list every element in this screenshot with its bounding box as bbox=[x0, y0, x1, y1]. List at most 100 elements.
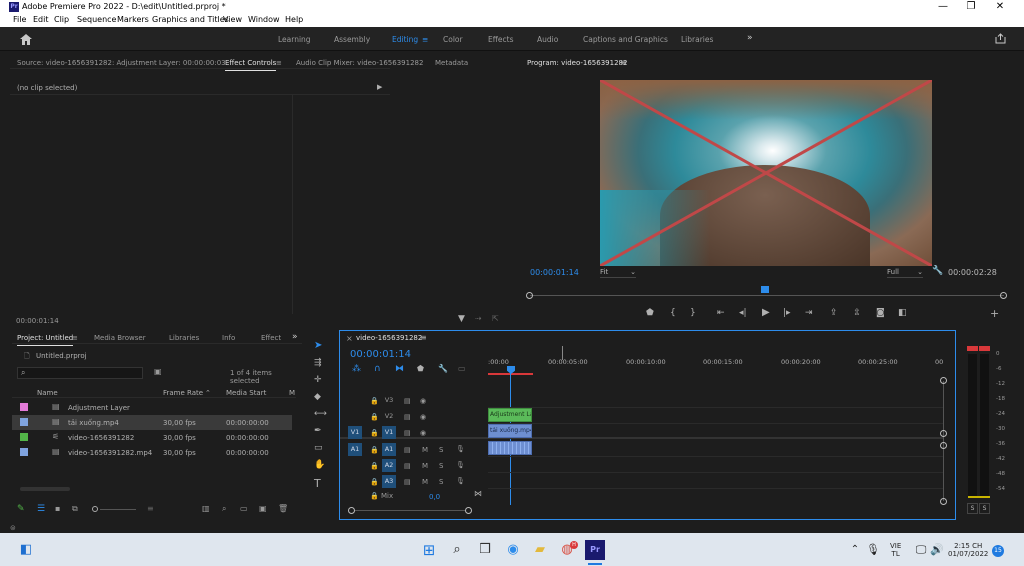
column-media-start[interactable]: Media Start bbox=[226, 389, 266, 397]
step-forward-icon[interactable]: |▸ bbox=[783, 308, 791, 318]
microphone-tray-icon[interactable]: 🎙 bbox=[864, 541, 882, 559]
task-view-icon[interactable]: ◧ bbox=[17, 541, 35, 559]
settings-icon[interactable]: ⇱ bbox=[492, 314, 499, 323]
program-scrub-bar[interactable] bbox=[530, 295, 1004, 296]
freeform-view-icon[interactable]: ⧉ bbox=[72, 504, 78, 514]
tab-source[interactable]: Source: video-1656391282: Adjustment Lay… bbox=[17, 59, 226, 67]
workspace-audio[interactable]: Audio bbox=[537, 35, 558, 44]
home-icon[interactable] bbox=[20, 34, 32, 45]
sync-lock-icon[interactable]: ▤ bbox=[404, 446, 411, 454]
language-indicator[interactable]: VIE TL bbox=[890, 542, 901, 558]
menu-graphics-and-titles[interactable]: Graphics and Titles bbox=[152, 15, 229, 24]
volume-icon[interactable]: 🔊 bbox=[928, 541, 946, 559]
step-back-icon[interactable]: ◂| bbox=[739, 308, 747, 318]
sequence-menu-icon[interactable]: ≡ bbox=[420, 333, 427, 342]
column-name[interactable]: Name bbox=[37, 389, 58, 397]
meter-clip-indicator[interactable] bbox=[979, 346, 990, 351]
resolution-dropdown[interactable]: Full ⌄ bbox=[887, 268, 923, 278]
zoom-slider-track[interactable] bbox=[100, 509, 136, 510]
project-item-selected[interactable]: ▤ tải xuống.mp4 30,00 fps 00:00:00:00 bbox=[12, 415, 292, 430]
track-v3-label[interactable]: V3 bbox=[382, 394, 396, 407]
pen-tool-icon[interactable]: ✒ bbox=[314, 426, 322, 436]
zoom-app-icon[interactable]: ◉ bbox=[504, 541, 522, 559]
windows-start-icon[interactable]: ⊞ bbox=[420, 541, 438, 559]
program-current-timecode[interactable]: 00:00:01:14 bbox=[530, 268, 579, 277]
sort-icon[interactable]: ≡ bbox=[147, 504, 154, 513]
snap-icon[interactable]: ∩ bbox=[374, 364, 381, 374]
workspace-captions[interactable]: Captions and Graphics bbox=[583, 35, 668, 44]
go-to-in-icon[interactable]: ⇤ bbox=[717, 308, 725, 318]
button-editor-icon[interactable]: + bbox=[990, 307, 999, 320]
menu-window[interactable]: Window bbox=[248, 15, 280, 24]
sequence-tab[interactable]: video-1656391282 bbox=[356, 334, 422, 342]
new-item-icon[interactable]: ▣ bbox=[259, 504, 267, 513]
program-title[interactable]: Program: video-1656391282 bbox=[527, 59, 627, 67]
track-a1-label[interactable]: A1 bbox=[382, 443, 396, 456]
program-video-frame[interactable] bbox=[600, 80, 932, 266]
tab-project-menu-icon[interactable]: ≡ bbox=[72, 334, 78, 342]
video-audio-divider[interactable] bbox=[340, 437, 944, 439]
meter-solo-right[interactable]: S bbox=[979, 503, 990, 514]
microphone-icon[interactable]: 🎙 bbox=[456, 461, 465, 469]
scrub-end-handle[interactable] bbox=[1000, 292, 1007, 299]
solo-button[interactable]: S bbox=[439, 478, 443, 486]
project-item[interactable]: ⚟ video-1656391282 30,00 fps 00:00:00:00 bbox=[12, 430, 292, 445]
linked-selection-icon[interactable]: ⧓ bbox=[395, 364, 404, 374]
trash-icon[interactable]: 🗑 bbox=[278, 504, 288, 513]
source-patch-a1[interactable]: A1 bbox=[348, 443, 362, 456]
mix-expand-icon[interactable]: ⋈ bbox=[474, 489, 482, 498]
tab-audio-clip-mixer[interactable]: Audio Clip Mixer: video-1656391282 bbox=[296, 59, 423, 67]
automate-to-sequence-icon[interactable]: ▥ bbox=[202, 504, 210, 513]
eye-icon[interactable]: ◉ bbox=[420, 397, 426, 405]
list-view-icon[interactable]: ☰ bbox=[37, 504, 45, 514]
mute-button[interactable]: M bbox=[422, 478, 428, 486]
tab-media-browser[interactable]: Media Browser bbox=[94, 334, 146, 342]
lock-icon[interactable]: 🔒 bbox=[370, 413, 379, 421]
expand-arrow-icon[interactable]: ▶ bbox=[377, 83, 382, 91]
close-icon[interactable]: ✕ bbox=[990, 1, 1010, 12]
tab-metadata[interactable]: Metadata bbox=[435, 59, 468, 67]
workspace-assembly[interactable]: Assembly bbox=[334, 35, 370, 44]
export-frame-icon[interactable]: ◙ bbox=[876, 308, 885, 318]
vertical-scroll-handle[interactable] bbox=[940, 430, 947, 437]
minimize-icon[interactable]: — bbox=[933, 1, 953, 12]
horizontal-scrollbar[interactable] bbox=[355, 510, 465, 511]
project-item[interactable]: ▤ video-1656391282.mp4 30,00 fps 00:00:0… bbox=[12, 445, 292, 460]
meter-clip-indicator[interactable] bbox=[967, 346, 978, 351]
lock-icon[interactable]: 🔒 bbox=[370, 397, 379, 405]
premiere-taskbar-icon[interactable]: Pr bbox=[585, 540, 605, 560]
workspace-learning[interactable]: Learning bbox=[278, 35, 311, 44]
tab-effect-controls[interactable]: Effect Controls bbox=[225, 59, 277, 71]
find-icon[interactable]: ⌕ bbox=[222, 504, 226, 514]
nest-toggle-icon[interactable]: ⁂ bbox=[352, 364, 361, 374]
vertical-scroll-handle[interactable] bbox=[940, 442, 947, 449]
adjustment-layer-clip[interactable]: Adjustment Lay bbox=[488, 408, 532, 422]
menu-edit[interactable]: Edit bbox=[33, 15, 49, 24]
lock-icon[interactable]: 🔒 bbox=[370, 462, 379, 470]
workspace-editing[interactable]: Editing bbox=[392, 35, 418, 44]
mark-out-icon[interactable]: } bbox=[690, 308, 696, 318]
track-a2-label[interactable]: A2 bbox=[382, 459, 396, 472]
task-switcher-icon[interactable]: ❒ bbox=[476, 541, 494, 559]
menu-clip[interactable]: Clip bbox=[54, 15, 69, 24]
go-to-out-icon[interactable]: ⇥ bbox=[805, 308, 813, 318]
notification-badge[interactable]: 15 bbox=[992, 545, 1004, 557]
column-frame-rate[interactable]: Frame Rate bbox=[163, 389, 203, 397]
clock[interactable]: 2:15 CH 01/07/2022 bbox=[948, 542, 988, 558]
timeline-settings-icon[interactable]: 🔧 bbox=[438, 364, 448, 373]
razor-tool-icon[interactable]: ◆ bbox=[314, 392, 321, 402]
workspace-effects[interactable]: Effects bbox=[488, 35, 514, 44]
horizontal-scroll-start[interactable] bbox=[348, 507, 355, 514]
selection-tool-icon[interactable]: ➤ bbox=[314, 340, 322, 351]
share-icon[interactable] bbox=[995, 33, 1006, 44]
program-menu-icon[interactable]: ≡ bbox=[620, 58, 627, 67]
filter-icon[interactable]: ▼ bbox=[458, 314, 465, 324]
track-v1-label[interactable]: V1 bbox=[382, 426, 396, 439]
mute-button[interactable]: M bbox=[422, 446, 428, 454]
more-workspaces-icon[interactable]: » bbox=[747, 33, 753, 43]
track-select-tool-icon[interactable]: ⇶ bbox=[314, 358, 322, 368]
microphone-icon[interactable]: 🎙 bbox=[456, 445, 465, 453]
program-playhead[interactable] bbox=[761, 286, 769, 293]
rectangle-tool-icon[interactable]: ▭ bbox=[314, 443, 323, 453]
write-protect-icon[interactable]: ✎ bbox=[17, 504, 25, 514]
